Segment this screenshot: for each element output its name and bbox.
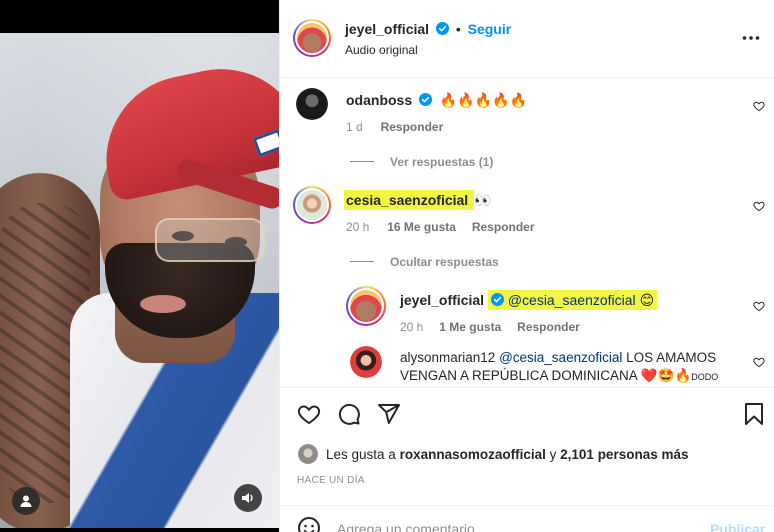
post-header: jeyel_official • Seguir Audio original xyxy=(280,0,774,78)
comment-text: 🔥🔥🔥🔥🔥 xyxy=(439,92,528,108)
post-timestamp[interactable]: HACE UN DÍA xyxy=(297,475,365,486)
commenter-avatar[interactable] xyxy=(293,186,331,224)
mention-link[interactable]: @cesia_saenzoficial xyxy=(499,350,622,365)
like-comment-heart-icon[interactable] xyxy=(753,100,765,112)
author-username[interactable]: jeyel_official xyxy=(345,21,429,37)
comment-age: 1 d xyxy=(346,120,363,134)
comment-username[interactable]: alysonmarian12 xyxy=(400,350,495,365)
post-panel: jeyel_official • Seguir Audio original o… xyxy=(279,0,774,532)
commenter-avatar[interactable] xyxy=(296,88,328,120)
view-replies-toggle[interactable]: Ver respuestas (1) xyxy=(350,153,493,169)
like-comment-heart-icon[interactable] xyxy=(753,300,765,312)
comment-likes[interactable]: 16 Me gusta xyxy=(387,220,456,234)
share-paper-plane-icon[interactable] xyxy=(377,402,401,426)
verified-badge-icon xyxy=(419,93,433,106)
save-bookmark-icon[interactable] xyxy=(744,402,764,426)
comment-username[interactable]: cesia_saenzoficial xyxy=(346,192,468,208)
verified-badge-icon xyxy=(435,22,449,35)
liker-username[interactable]: roxannasomozaofficial xyxy=(400,447,546,462)
verified-badge-icon xyxy=(490,293,504,306)
commenter-avatar[interactable] xyxy=(346,286,386,326)
comment-bubble-icon[interactable] xyxy=(337,402,361,426)
like-heart-icon[interactable] xyxy=(297,402,321,426)
reply-button[interactable]: Responder xyxy=(517,320,580,334)
like-comment-heart-icon[interactable] xyxy=(753,200,765,212)
mute-button[interactable] xyxy=(234,484,262,512)
mention-link[interactable]: @cesia_saenzoficial xyxy=(508,292,636,308)
video-frame[interactable] xyxy=(0,33,279,528)
speaker-icon xyxy=(242,493,253,503)
media-pane[interactable] xyxy=(0,0,279,532)
header-separator: • xyxy=(455,21,461,37)
comment-composer: Agrega un comentario... Publicar xyxy=(280,505,774,532)
comment-username[interactable]: jeyel_official xyxy=(400,292,484,308)
likes-others-link[interactable]: 2,101 personas más xyxy=(560,447,688,462)
comment-text: 👀 xyxy=(474,192,492,208)
reply-button[interactable]: Responder xyxy=(381,120,444,134)
publish-button[interactable]: Publicar xyxy=(710,521,765,532)
comment-age: 20 h xyxy=(400,320,424,334)
comment-likes[interactable]: 1 Me gusta xyxy=(439,320,501,334)
emoji-icon[interactable] xyxy=(297,516,321,532)
follow-button[interactable]: Seguir xyxy=(468,21,512,37)
author-avatar[interactable] xyxy=(293,19,331,57)
audio-label[interactable]: Audio original xyxy=(345,43,418,57)
likes-summary: Les gusta a roxannasomozaofficial y 2,10… xyxy=(326,447,689,462)
comment-emoji: ❤️🤩🔥 xyxy=(640,368,692,383)
reply-button[interactable]: Responder xyxy=(472,220,535,234)
like-comment-heart-icon[interactable] xyxy=(753,356,765,368)
comment-tail: DODO xyxy=(691,372,719,382)
liker-avatar[interactable] xyxy=(298,444,318,464)
comment-text: 😊 xyxy=(639,292,655,308)
comment-age: 20 h xyxy=(346,220,370,234)
more-options-icon[interactable] xyxy=(742,35,760,41)
glasses xyxy=(155,218,265,262)
comment-username[interactable]: odanboss xyxy=(346,92,412,108)
commenter-avatar[interactable] xyxy=(350,346,382,378)
tagged-users-button[interactable] xyxy=(12,487,40,515)
hide-replies-toggle[interactable]: Ocultar respuestas xyxy=(350,253,499,269)
user-icon xyxy=(20,495,32,507)
comment-input[interactable]: Agrega un comentario... xyxy=(337,521,486,532)
